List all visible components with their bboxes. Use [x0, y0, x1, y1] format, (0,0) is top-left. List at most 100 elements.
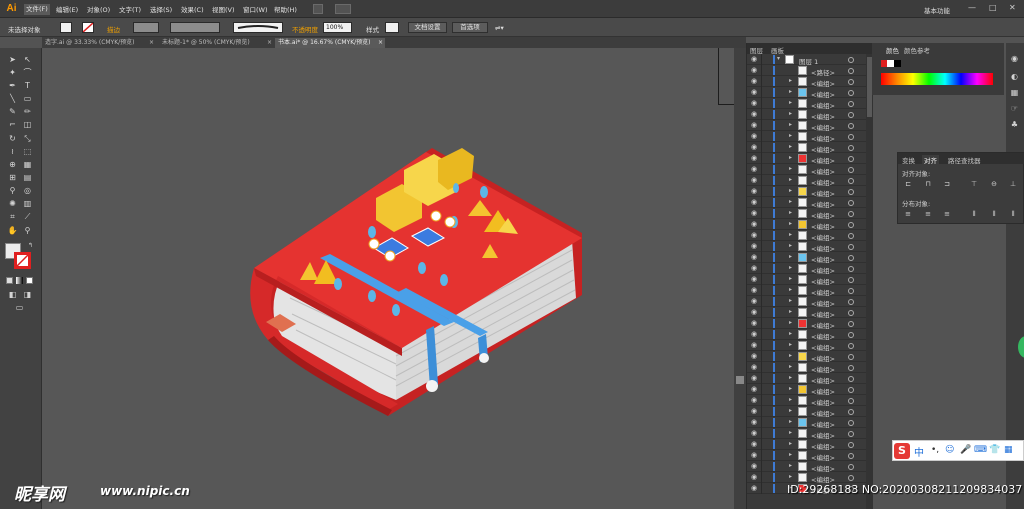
arrange-documents-icon[interactable] [335, 4, 351, 14]
target-circle-icon[interactable] [848, 343, 854, 349]
expand-arrow-icon[interactable]: ▸ [789, 319, 792, 326]
lasso-tool-icon[interactable]: ⌒ [22, 67, 33, 78]
align-left-icon[interactable]: ⊏ [904, 180, 912, 188]
color-spectrum[interactable] [881, 73, 993, 85]
visibility-eye-icon[interactable]: ◉ [751, 100, 757, 107]
menu-window[interactable]: 窗口(W) [243, 5, 268, 15]
visibility-eye-icon[interactable]: ◉ [751, 474, 757, 481]
swap-colors-icon[interactable]: ↰ [25, 240, 36, 251]
brushes-icon[interactable]: ☞ [1009, 103, 1020, 114]
white-swatch[interactable] [887, 60, 894, 67]
visibility-eye-icon[interactable]: ◉ [751, 397, 757, 404]
lock-column[interactable] [761, 175, 762, 186]
type-tool-icon[interactable]: T [22, 80, 33, 91]
target-circle-icon[interactable] [848, 354, 854, 360]
layer-row[interactable]: ◉ ▸ <编组> [747, 362, 867, 374]
lock-column[interactable] [761, 219, 762, 230]
distribute-top-icon[interactable]: ≡ [904, 210, 912, 218]
layer-row[interactable]: ◉ ▸ <编组> [747, 175, 867, 187]
visibility-eye-icon[interactable]: ◉ [751, 485, 757, 492]
target-circle-icon[interactable] [848, 178, 854, 184]
layer-row[interactable]: ◉ ▸ <编组> [747, 109, 867, 121]
magic-wand-tool-icon[interactable]: ✦ [7, 67, 18, 78]
target-circle-icon[interactable] [848, 90, 854, 96]
expand-arrow-icon[interactable]: ▸ [789, 363, 792, 370]
lock-column[interactable] [761, 54, 762, 65]
layer-row[interactable]: ◉ ▸ <编组> [747, 472, 867, 484]
layers-scrollbar[interactable] [866, 54, 873, 509]
mesh-tool-icon[interactable]: ⊞ [7, 172, 18, 183]
pencil-tool-icon[interactable]: ✏ [22, 106, 33, 117]
input-mode-toggle[interactable]: 中 [914, 444, 924, 459]
lock-column[interactable] [761, 285, 762, 296]
expand-arrow-icon[interactable]: ▸ [789, 473, 792, 480]
layer-row-top[interactable]: ◉ ▾ 图层 1 [747, 54, 867, 66]
canvas-area[interactable] [42, 48, 776, 509]
selection-tool-icon[interactable]: ➤ [7, 54, 18, 65]
visibility-eye-icon[interactable]: ◉ [751, 276, 757, 283]
target-circle-icon[interactable] [848, 266, 854, 272]
free-transform-tool-icon[interactable]: ⬚ [22, 146, 33, 157]
layer-row[interactable]: ◉ ▸ <编组> [747, 76, 867, 88]
layer-row[interactable]: ◉ ▸ <编组> [747, 307, 867, 319]
lock-column[interactable] [761, 274, 762, 285]
expand-arrow-icon[interactable]: ▸ [789, 297, 792, 304]
expand-arrow-icon[interactable]: ▸ [789, 231, 792, 238]
visibility-eye-icon[interactable]: ◉ [751, 342, 757, 349]
toolbox-icon[interactable]: ▦ [1004, 445, 1013, 455]
menu-type[interactable]: 文字(T) [119, 5, 141, 15]
layer-row[interactable]: ◉ ▸ <编组> [747, 241, 867, 253]
target-circle-icon[interactable] [848, 200, 854, 206]
target-circle-icon[interactable] [848, 398, 854, 404]
target-circle-icon[interactable] [848, 222, 854, 228]
emoji-icon[interactable]: ☺ [945, 445, 954, 455]
layer-row[interactable]: ◉ ▸ <编组> [747, 252, 867, 264]
expand-arrow-icon[interactable]: ▸ [789, 286, 792, 293]
lock-column[interactable] [761, 373, 762, 384]
visibility-eye-icon[interactable]: ◉ [751, 188, 757, 195]
layer-row[interactable]: ◉ ▸ <编组> [747, 87, 867, 99]
lock-column[interactable] [761, 109, 762, 120]
visibility-eye-icon[interactable]: ◉ [751, 320, 757, 327]
pen-tool-icon[interactable]: ✒ [7, 80, 18, 91]
scale-tool-icon[interactable]: ⤡ [22, 133, 33, 144]
symbols-icon[interactable]: ♣ [1009, 119, 1020, 130]
lock-column[interactable] [761, 472, 762, 483]
target-circle-icon[interactable] [848, 167, 854, 173]
visibility-eye-icon[interactable]: ◉ [751, 111, 757, 118]
align-top-icon[interactable]: ⊤ [970, 180, 978, 188]
lock-column[interactable] [761, 230, 762, 241]
expand-arrow-icon[interactable]: ▸ [789, 374, 792, 381]
target-circle-icon[interactable] [848, 453, 854, 459]
maximize-button[interactable]: □ [989, 3, 997, 13]
lock-column[interactable] [761, 142, 762, 153]
visibility-eye-icon[interactable]: ◉ [751, 254, 757, 261]
lock-column[interactable] [761, 164, 762, 175]
expand-arrow-icon[interactable]: ▸ [789, 154, 792, 161]
menu-file[interactable]: 文件(F) [24, 4, 50, 15]
expand-arrow-icon[interactable]: ▸ [789, 121, 792, 128]
layer-row[interactable]: ◉ ▸ <编组> [747, 384, 867, 396]
expand-arrow-icon[interactable]: ▸ [789, 462, 792, 469]
visibility-eye-icon[interactable]: ◉ [751, 221, 757, 228]
target-circle-icon[interactable] [848, 442, 854, 448]
align-bottom-icon[interactable]: ⊥ [1009, 180, 1017, 188]
lock-column[interactable] [761, 296, 762, 307]
visibility-eye-icon[interactable]: ◉ [751, 199, 757, 206]
close-tab-icon[interactable]: × [149, 38, 154, 48]
draw-mode-icon[interactable]: ◧ [7, 289, 18, 300]
distribute-left-icon[interactable]: ⦀ [970, 210, 978, 218]
preferences-button[interactable]: 首选项 [452, 22, 488, 33]
target-circle-icon[interactable] [848, 134, 854, 140]
visibility-eye-icon[interactable]: ◉ [751, 133, 757, 140]
visibility-eye-icon[interactable]: ◉ [751, 441, 757, 448]
expand-arrow-icon[interactable]: ▸ [789, 440, 792, 447]
layer-row[interactable]: ◉ ▸ <编组> [747, 131, 867, 143]
target-circle-icon[interactable] [848, 475, 854, 481]
draw-behind-icon[interactable]: ◨ [22, 289, 33, 300]
layer-row[interactable]: ◉ ▸ <编组> [747, 142, 867, 154]
stroke-label[interactable]: 描边 [107, 24, 120, 34]
target-circle-icon[interactable] [848, 189, 854, 195]
target-circle-icon[interactable] [848, 332, 854, 338]
gradient-mode-icon[interactable] [16, 277, 23, 284]
